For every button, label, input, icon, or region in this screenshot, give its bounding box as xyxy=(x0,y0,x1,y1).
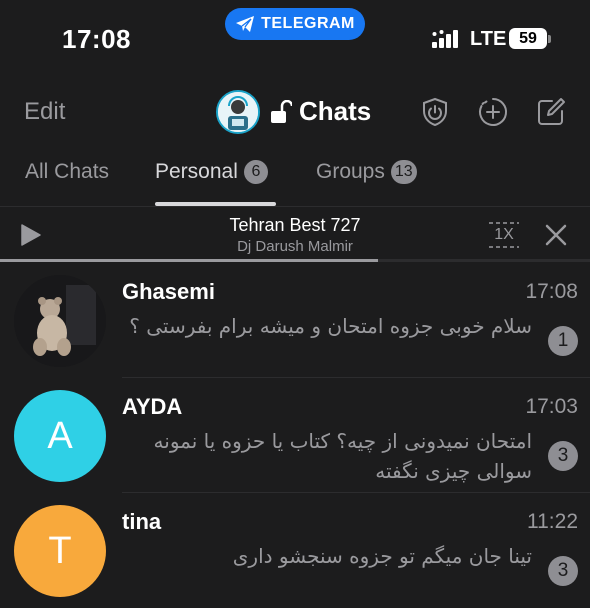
playback-speed-label: 1X xyxy=(494,226,514,243)
tab-all-chats[interactable]: All Chats xyxy=(25,160,109,184)
tab-personal[interactable]: Personal 6 xyxy=(155,160,268,184)
page-title: Chats xyxy=(299,96,372,126)
chat-name: tina xyxy=(122,509,162,534)
status-bar: 17:08 TELEGRAM LTE 59 xyxy=(0,0,590,70)
tab-unread-badge: 13 xyxy=(390,160,417,184)
battery-level: 59 xyxy=(509,28,547,49)
chat-time: 17:03 xyxy=(525,395,578,418)
chat-name: Ghasemi xyxy=(122,279,215,304)
tab-label: Personal xyxy=(155,160,238,183)
chat-preview: امتحان نمیدونی از چیه؟ کتاب یا حزوه یا ن… xyxy=(153,429,532,483)
unlocked-lock-icon[interactable] xyxy=(270,100,292,124)
chat-row-ayda[interactable]: A AYDA 17:03 امتحان نمیدونی از چیه؟ کتاب… xyxy=(0,378,590,493)
new-story-icon[interactable] xyxy=(477,96,509,128)
chat-preview: سلام خوبی جزوه امتحان و میشه برام بفرستی… xyxy=(129,314,532,338)
teddy-bear-photo-icon xyxy=(14,275,106,367)
chat-preview: تینا جان میگم تو جزوه سنجشو داری xyxy=(232,544,532,568)
power-shield-icon[interactable] xyxy=(419,96,451,128)
music-player-bar[interactable]: Tehran Best 727 Dj Darush Malmir 1X xyxy=(0,207,590,263)
avatar: A xyxy=(14,390,106,482)
battery-tip xyxy=(548,35,551,43)
close-icon[interactable] xyxy=(545,224,567,246)
telegram-plane-icon xyxy=(236,16,255,32)
avatar: T xyxy=(14,505,106,597)
network-type: LTE xyxy=(470,28,507,50)
chat-row-ghasemi[interactable]: Ghasemi 17:08 سلام خوبی جزوه امتحان و می… xyxy=(0,263,590,378)
tab-label: All Chats xyxy=(25,160,110,183)
tab-groups[interactable]: Groups 13 xyxy=(316,160,417,184)
chat-row-tina[interactable]: T tina 11:22 تینا جان میگم تو جزوه سنجشو… xyxy=(0,493,590,608)
signal-icon xyxy=(432,30,458,48)
chat-name: AYDA xyxy=(122,394,183,419)
profile-avatar[interactable] xyxy=(216,90,260,134)
profile-picture-icon xyxy=(218,92,258,132)
status-time: 17:08 xyxy=(62,24,131,54)
chat-time: 17:08 xyxy=(525,280,578,303)
tab-unread-badge: 6 xyxy=(243,160,268,184)
compose-icon[interactable] xyxy=(535,96,567,128)
player-progress-fill xyxy=(0,259,378,262)
unread-badge: 1 xyxy=(548,326,578,356)
telegram-pill[interactable]: TELEGRAM xyxy=(225,8,365,40)
tab-label: Groups xyxy=(316,160,385,183)
unread-badge: 3 xyxy=(548,441,578,471)
unread-badge: 3 xyxy=(548,556,578,586)
playback-speed-button[interactable]: 1X xyxy=(488,220,520,250)
folder-tabs: All Chats Personal 6 Groups 13 xyxy=(0,150,590,206)
chat-time: 11:22 xyxy=(527,510,578,533)
edit-button[interactable]: Edit xyxy=(24,98,65,126)
player-progress-track[interactable] xyxy=(0,259,590,262)
avatar xyxy=(14,275,106,367)
telegram-pill-label: TELEGRAM xyxy=(261,15,355,32)
